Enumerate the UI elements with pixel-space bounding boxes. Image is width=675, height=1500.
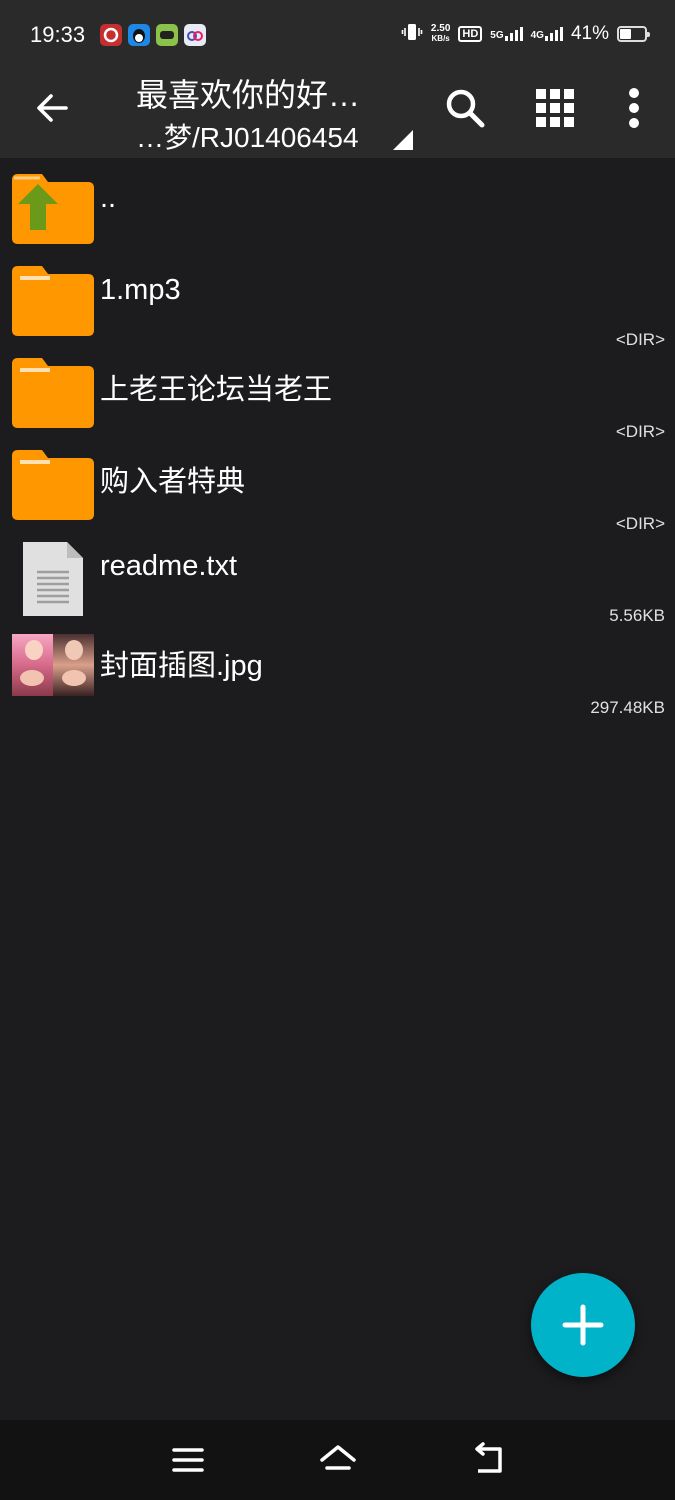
hd-voice-badge: HD: [458, 26, 483, 42]
file-name: readme.txt: [100, 550, 237, 582]
game-app-icon: [156, 24, 178, 46]
status-bar: 19:33 2.50 KB/s HD 5G 4G 41%: [0, 0, 675, 68]
sim2-signal-bars-icon: [544, 27, 563, 41]
status-time: 19:33: [30, 22, 86, 47]
more-vert-icon[interactable]: [610, 84, 658, 132]
text-file-icon: [12, 542, 94, 616]
folder-icon: [12, 450, 94, 520]
file-list: .. 1.mp3 <DIR> 上老王论坛当老王 <DIR> 购入者特典 <DIR…: [0, 162, 675, 717]
battery-fill: [620, 29, 631, 39]
file-name: ..: [100, 182, 117, 214]
folder-path[interactable]: …梦/RJ01406454: [136, 116, 359, 156]
path-dropdown-icon[interactable]: [393, 130, 413, 150]
add-fab-button[interactable]: [531, 1273, 635, 1377]
net-speed: 2.50 KB/s: [431, 24, 450, 44]
list-item-parent[interactable]: ..: [0, 162, 675, 254]
grid-view-icon[interactable]: [531, 84, 579, 132]
parent-folder-icon: [12, 174, 94, 244]
file-name: 购入者特典: [100, 466, 246, 498]
folder-icon: [12, 266, 94, 336]
back-arrow-icon[interactable]: [30, 86, 74, 130]
sim2-signal: 4G: [531, 27, 563, 41]
image-thumbnail: [12, 634, 94, 704]
status-indicators: 2.50 KB/s HD 5G 4G 41%: [401, 18, 650, 50]
menu-icon[interactable]: [168, 1440, 208, 1480]
sim1-signal-bars-icon: [504, 27, 523, 41]
list-item-folder[interactable]: 1.mp3 <DIR>: [0, 254, 675, 349]
back-icon[interactable]: [468, 1440, 508, 1480]
file-name: 上老王论坛当老王: [100, 374, 333, 406]
vibrate-icon: [401, 21, 423, 48]
sim1-signal: 5G: [490, 27, 523, 41]
file-name: 1.mp3: [100, 274, 181, 306]
list-item-file[interactable]: readme.txt 5.56KB: [0, 530, 675, 625]
search-icon[interactable]: [441, 84, 489, 132]
home-icon[interactable]: [318, 1440, 358, 1480]
qq-icon: [128, 24, 150, 46]
sim2-network-label: 4G: [530, 30, 544, 41]
netease-music-icon: [100, 24, 122, 46]
list-item-file[interactable]: 封面插图.jpg 297.48KB: [0, 622, 675, 717]
folder-icon: [12, 358, 94, 428]
battery-icon: [617, 26, 650, 42]
sim1-network-label: 5G: [490, 30, 504, 41]
file-name: 封面插图.jpg: [100, 650, 263, 682]
battery-percent: 41%: [570, 23, 609, 44]
net-speed-value: 2.50: [430, 23, 451, 34]
app-toolbar: 最喜欢你的好… …梦/RJ01406454: [0, 68, 675, 158]
list-item-folder[interactable]: 上老王论坛当老王 <DIR>: [0, 346, 675, 441]
folder-title: 最喜欢你的好…: [136, 77, 361, 113]
plus-icon: [562, 1304, 604, 1346]
net-speed-unit: KB/s: [431, 34, 450, 43]
file-meta: 297.48KB: [590, 698, 665, 717]
list-item-folder[interactable]: 购入者特典 <DIR>: [0, 438, 675, 533]
cloud-app-icon: [184, 24, 206, 46]
system-nav-bar: [0, 1420, 675, 1500]
